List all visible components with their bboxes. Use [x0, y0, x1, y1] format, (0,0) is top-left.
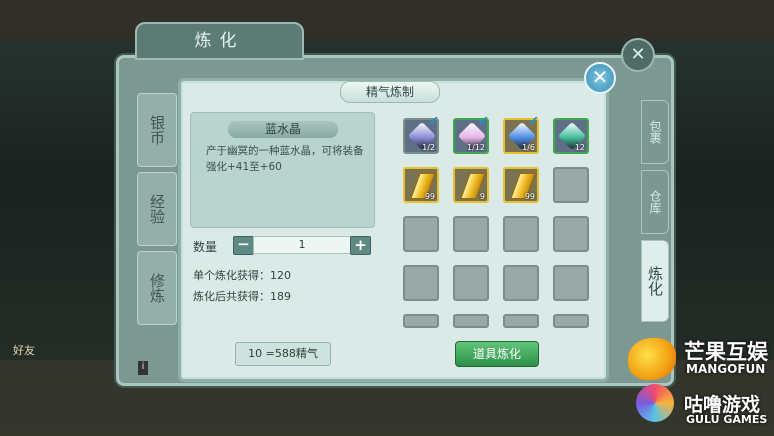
tab-cultivation[interactable]: 修炼	[137, 251, 177, 325]
quantity-plus-button[interactable]: +	[350, 236, 371, 255]
inventory-slot[interactable]: 99	[403, 167, 439, 203]
check-icon: ✔	[478, 114, 489, 129]
mango-watermark-en: MANGOFUN	[686, 362, 766, 376]
quantity-input[interactable]: 1	[253, 236, 351, 254]
empty-inventory-slot[interactable]	[403, 314, 439, 328]
empty-inventory-slot[interactable]	[403, 216, 439, 252]
item-name: 蓝水晶	[228, 121, 338, 138]
tab-experience[interactable]: 经验	[137, 172, 177, 246]
inventory-slot[interactable]: 1/6 ✔	[503, 114, 539, 154]
empty-inventory-slot[interactable]	[453, 216, 489, 252]
item-count: 1/2	[422, 143, 435, 152]
mango-logo-icon	[628, 338, 676, 380]
empty-inventory-slot[interactable]	[503, 265, 539, 301]
empty-inventory-slot[interactable]	[553, 314, 589, 328]
inventory-slot[interactable]: 99	[503, 167, 539, 203]
tab-silver[interactable]: 银币	[137, 93, 177, 167]
dialog-title: 精气炼制	[340, 81, 440, 103]
item-count: 12	[574, 143, 585, 152]
empty-inventory-slot[interactable]	[503, 216, 539, 252]
quantity-label: 数量	[193, 240, 218, 254]
info-icon[interactable]: i	[138, 361, 148, 375]
gulu-logo-icon	[636, 384, 674, 422]
empty-inventory-slot[interactable]	[553, 265, 589, 301]
check-icon: ✔	[428, 114, 439, 129]
item-count: 1/12	[467, 143, 485, 152]
friend-label[interactable]: 好友	[13, 342, 35, 358]
inventory-slot[interactable]: 9	[453, 167, 489, 203]
item-description: 产于幽冥的一种蓝水晶，可将装备强化+41至+60	[206, 145, 364, 173]
scene-roof-strip	[0, 0, 774, 40]
inventory-slot[interactable]: 12	[553, 118, 589, 154]
close-icon[interactable]: ✕	[584, 62, 616, 94]
empty-inventory-slot[interactable]	[403, 265, 439, 301]
empty-inventory-slot[interactable]	[553, 216, 589, 252]
item-count: 99	[424, 192, 435, 201]
quantity-minus-button[interactable]: −	[233, 236, 254, 255]
cost-display-button[interactable]: 10 =588精气	[235, 342, 331, 366]
tab-refine[interactable]: 炼化	[641, 240, 669, 322]
item-refine-button[interactable]: 道具炼化	[455, 341, 539, 367]
gulu-watermark-en: GULU GAMES	[686, 413, 768, 426]
back-panel-close-icon[interactable]: ✕	[621, 38, 655, 72]
empty-inventory-slot[interactable]	[453, 314, 489, 328]
empty-inventory-slot[interactable]	[453, 265, 489, 301]
item-count: 99	[524, 192, 535, 201]
single-refine-yield: 单个炼化获得：120	[193, 269, 291, 282]
check-icon: ✔	[528, 114, 539, 129]
cost-label: 10 =588精气	[248, 347, 318, 360]
empty-inventory-slot[interactable]	[553, 167, 589, 203]
tab-bag[interactable]: 包裹	[641, 100, 669, 164]
inventory-slot[interactable]: 1/12 ✔	[453, 114, 489, 154]
tab-warehouse[interactable]: 仓库	[641, 170, 669, 234]
empty-inventory-slot[interactable]	[503, 314, 539, 328]
total-refine-yield: 炼化后共获得：189	[193, 290, 291, 303]
inventory-slot[interactable]: 1/2 ✔	[403, 114, 439, 154]
item-count: 9	[479, 192, 485, 201]
back-panel-title: 炼化	[135, 22, 304, 60]
item-count: 1/6	[522, 143, 535, 152]
